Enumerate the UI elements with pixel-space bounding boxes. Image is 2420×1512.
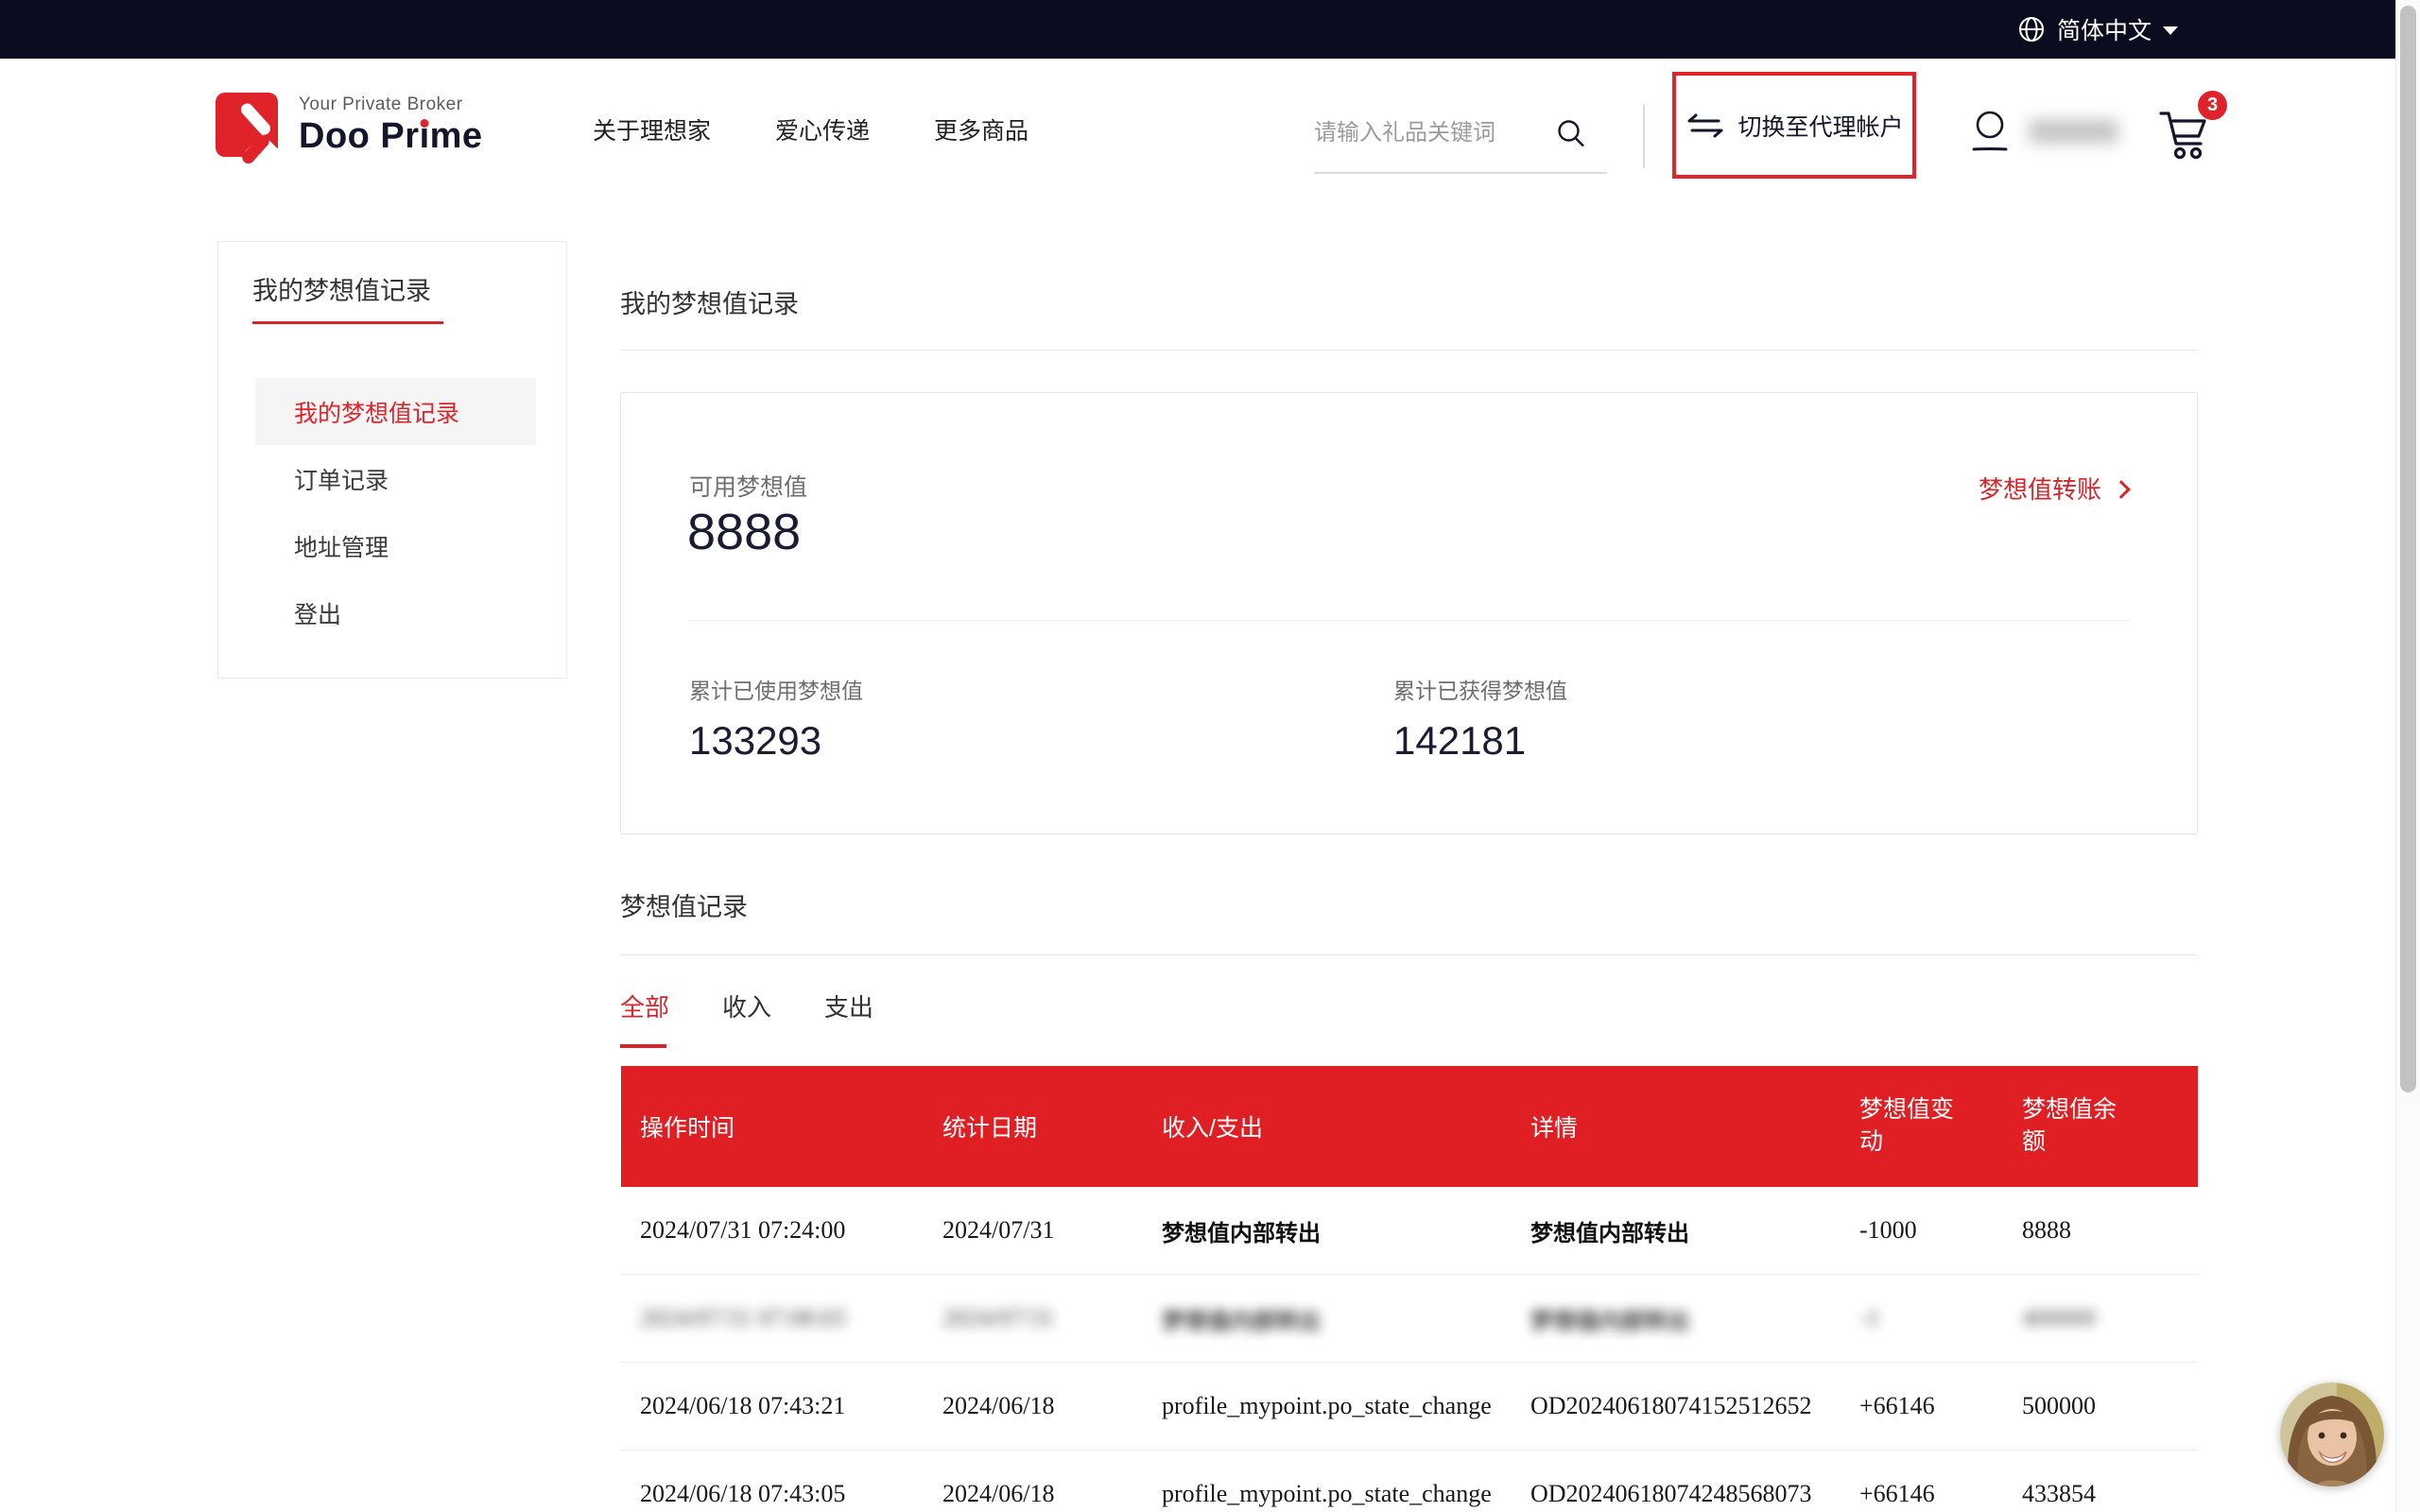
logo-mark-icon xyxy=(216,93,278,157)
doo-prime-logo[interactable]: Your Private Broker Doo Prıme xyxy=(216,93,483,157)
stat-used-value: 133293 xyxy=(689,718,863,764)
webcam-avatar[interactable] xyxy=(2280,1383,2384,1486)
user-icon xyxy=(1968,106,2012,157)
cell-balance: 8888 xyxy=(2003,1187,2198,1274)
table-row: 2024/06/18 07:43:21 2024/06/18 profile_m… xyxy=(621,1363,2198,1451)
header-divider xyxy=(1643,105,1645,168)
stat-earned-points: 累计已获得梦想值 142181 xyxy=(1393,673,1567,764)
sidebar: 我的梦想值记录 我的梦想值记录 订单记录 地址管理 登出 xyxy=(217,241,567,679)
cell-time: 2024/07/31 07:08:03 xyxy=(621,1275,924,1362)
cell-inout: profile_mypoint.po_state_change xyxy=(1143,1451,1512,1512)
records-table: 操作时间 统计日期 收入/支出 详情 梦想值变动 梦想值余额 2024/07/3… xyxy=(621,1066,2198,1512)
switch-agent-account-button[interactable]: 切换至代理帐户 xyxy=(1672,72,1916,179)
records-divider xyxy=(620,954,2198,955)
points-summary-card: 可用梦想值 8888 梦想值转账 累计已使用梦想值 133293 累计已获得梦想… xyxy=(620,392,2198,834)
col-header-detail: 详情 xyxy=(1512,1066,1841,1187)
username-blurred xyxy=(2029,119,2118,144)
table-row: 2024/07/31 07:24:00 2024/07/31 梦想值内部转出 梦… xyxy=(621,1187,2198,1275)
search-input[interactable] xyxy=(1314,120,1555,146)
page-title: 我的梦想值记录 xyxy=(620,284,799,320)
records-tabs: 全部 收入 支出 xyxy=(620,988,873,1048)
scrollbar-thumb[interactable] xyxy=(2400,6,2416,1092)
sidebar-item-address-management[interactable]: 地址管理 xyxy=(255,512,536,579)
available-points-label: 可用梦想值 xyxy=(689,469,807,503)
cell-change: -1 xyxy=(1841,1275,2003,1362)
switch-agent-account-label: 切换至代理帐户 xyxy=(1737,109,1903,143)
scrollbar-track[interactable] xyxy=(2395,0,2420,1512)
cell-inout: profile_mypoint.po_state_change xyxy=(1143,1363,1512,1450)
gift-search xyxy=(1314,94,1607,174)
cell-change: +66146 xyxy=(1841,1363,2003,1450)
cell-inout: 梦想值内部转出 xyxy=(1143,1187,1512,1274)
card-divider xyxy=(689,620,2130,621)
search-icon[interactable] xyxy=(1555,117,1587,149)
cart-count-badge: 3 xyxy=(2198,91,2227,120)
available-points-value: 8888 xyxy=(687,503,801,561)
sidebar-item-logout[interactable]: 登出 xyxy=(255,579,536,646)
cart-button[interactable]: 3 xyxy=(2155,91,2227,166)
user-account[interactable] xyxy=(1968,106,2118,157)
cell-detail: 梦想值内部转出 xyxy=(1512,1187,1841,1274)
cell-time: 2024/06/18 07:43:21 xyxy=(621,1363,924,1450)
cell-date: 2024/06/18 xyxy=(924,1451,1143,1512)
language-label: 简体中文 xyxy=(2057,12,2152,46)
logo-brand-text: Doo Prıme xyxy=(299,117,483,157)
stat-earned-value: 142181 xyxy=(1393,718,1567,764)
cell-balance: 500000 xyxy=(2003,1363,2198,1450)
col-header-stat-date: 统计日期 xyxy=(924,1066,1143,1187)
tab-expense[interactable]: 支出 xyxy=(824,988,873,1048)
cell-date: 2024/07/31 xyxy=(924,1275,1143,1362)
cell-date: 2024/06/18 xyxy=(924,1363,1143,1450)
cell-change: +66146 xyxy=(1841,1451,2003,1512)
sidebar-title-underline xyxy=(252,321,443,324)
cell-inout: 梦想值内部转出 xyxy=(1143,1275,1512,1362)
chevron-down-icon xyxy=(2163,26,2178,35)
tab-income[interactable]: 收入 xyxy=(722,988,771,1048)
globe-icon xyxy=(2017,15,2046,43)
page: 简体中文 Your Private Broker Doo Prıme 关于理想家… xyxy=(0,0,2420,1512)
cell-detail: OD20240618074152512652 xyxy=(1512,1363,1841,1450)
col-header-points-balance: 梦想值余额 xyxy=(2003,1066,2198,1187)
cell-date: 2024/07/31 xyxy=(924,1187,1143,1274)
cell-detail: 梦想值内部转出 xyxy=(1512,1275,1841,1362)
nav-item-more-products[interactable]: 更多商品 xyxy=(934,112,1028,146)
cell-time: 2024/07/31 07:24:00 xyxy=(621,1187,924,1274)
table-row-blurred: 2024/07/31 07:08:03 2024/07/31 梦想值内部转出 梦… xyxy=(621,1275,2198,1363)
top-bar: 简体中文 xyxy=(0,0,2395,59)
records-section-title: 梦想值记录 xyxy=(620,886,748,923)
col-header-income-expense: 收入/支出 xyxy=(1143,1066,1512,1187)
sidebar-title: 我的梦想值记录 xyxy=(252,270,431,307)
col-header-operation-time: 操作时间 xyxy=(621,1066,924,1187)
main-nav: 关于理想家 爱心传递 更多商品 xyxy=(593,59,1028,200)
title-divider xyxy=(620,350,2198,351)
points-transfer-label: 梦想值转账 xyxy=(1979,471,2101,506)
table-header-row: 操作时间 统计日期 收入/支出 详情 梦想值变动 梦想值余额 xyxy=(621,1066,2198,1187)
sidebar-item-my-dream-points[interactable]: 我的梦想值记录 xyxy=(255,378,536,445)
col-header-points-change: 梦想值变动 xyxy=(1841,1066,2003,1187)
stat-earned-label: 累计已获得梦想值 xyxy=(1393,673,1567,705)
sidebar-item-order-history[interactable]: 订单记录 xyxy=(255,445,536,512)
language-switcher[interactable]: 简体中文 xyxy=(2017,0,2178,59)
tab-all[interactable]: 全部 xyxy=(620,988,669,1048)
nav-item-about[interactable]: 关于理想家 xyxy=(593,112,711,146)
swap-arrows-icon xyxy=(1685,111,1726,141)
cell-balance: 433854 xyxy=(2003,1451,2198,1512)
chevron-right-icon xyxy=(2112,480,2131,499)
table-row: 2024/06/18 07:43:05 2024/06/18 profile_m… xyxy=(621,1451,2198,1512)
cell-time: 2024/06/18 07:43:05 xyxy=(621,1451,924,1512)
cell-balance: 400000 xyxy=(2003,1275,2198,1362)
logo-tagline: Your Private Broker xyxy=(299,94,483,115)
stat-used-label: 累计已使用梦想值 xyxy=(689,673,863,705)
stat-used-points: 累计已使用梦想值 133293 xyxy=(689,673,863,764)
cell-change: -1000 xyxy=(1841,1187,2003,1274)
cell-detail: OD20240618074248568073 xyxy=(1512,1451,1841,1512)
nav-item-charity[interactable]: 爱心传递 xyxy=(775,112,870,146)
points-transfer-link[interactable]: 梦想值转账 xyxy=(1979,471,2128,506)
